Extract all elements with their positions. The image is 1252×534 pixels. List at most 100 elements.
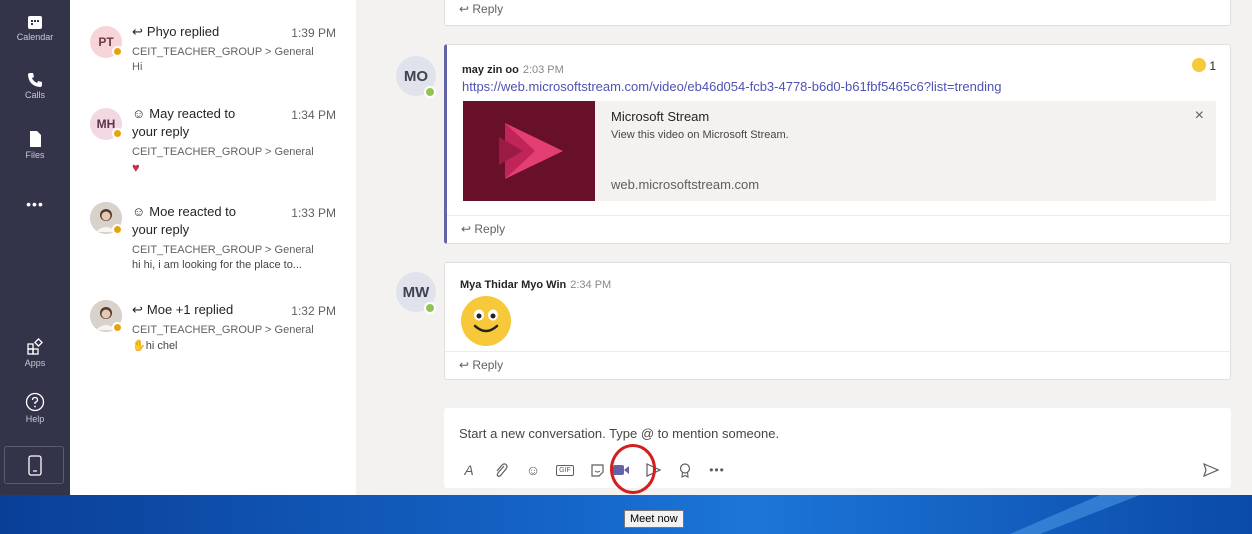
file-icon [30,131,41,147]
reply-arrow-icon: ↩ [459,2,473,16]
reply-arrow-icon: ↩ [132,24,143,39]
status-away-icon [112,128,123,139]
activity-title: ↩ Phyo replied [132,24,219,40]
message-author: may zin oo [462,64,519,76]
activity-title-line2: your reply [132,124,190,139]
help-icon [25,392,45,412]
activity-title: ☺ May reacted to [132,106,235,121]
activity-preview: ✋hi chel [132,339,178,352]
smile-emoji-icon [461,296,511,346]
reply-button[interactable]: ↩ Reply [445,351,1232,379]
activity-title-text: May reacted to [149,106,236,121]
message-time: 2:03 PM [522,64,564,76]
activity-title: ↩ Moe +1 replied [132,302,233,318]
activity-item[interactable]: MH ☺ May reacted to your reply 1:34 PM CE… [70,104,356,184]
activity-item[interactable]: ☺ Moe reacted to your reply 1:33 PM CEIT_… [70,202,356,288]
phone-icon [28,73,42,87]
avatar-initials: PT [98,35,114,49]
app-rail: Calendar Calls Files ••• Apps Help [0,0,70,495]
attach-icon[interactable] [491,460,511,480]
gif-label: GIF [556,464,574,476]
reply-button[interactable]: ↩ Reply [445,0,1232,24]
reply-arrow-icon: ↩ [461,222,475,236]
rail-label: Help [25,414,45,424]
activity-time: 1:34 PM [291,108,336,122]
rail-label: Calls [24,90,45,100]
status-away-icon [112,224,123,235]
reaction-smile-icon: ☺ [132,204,146,219]
activity-time: 1:32 PM [291,304,336,318]
laughing-emoji-icon [1191,58,1206,72]
sticker-icon[interactable] [587,460,607,480]
message-header: Mya Thidar Myo Win 2:34 PM [460,275,611,293]
activity-path: CEIT_TEACHER_GROUP > General [132,324,314,336]
message-author: Mya Thidar Myo Win [460,279,567,291]
activity-feed: PT ↩ Phyo replied 1:39 PM CEIT_TEACHER_GR… [70,0,356,495]
activity-item[interactable]: PT ↩ Phyo replied 1:39 PM CEIT_TEACHER_GR… [70,22,356,82]
activity-item[interactable]: ↩ Moe +1 replied 1:32 PM CEIT_TEACHER_GRO… [70,300,356,362]
activity-title-text: Moe +1 replied [146,302,234,317]
channel-thread: ↩ Reply MO may zin oo 2:03 PM 1 https://w… [356,0,1252,495]
avatar-initials: MW [402,283,430,301]
message-card: may zin oo 2:03 PM 1 https://web.microsof… [444,44,1234,244]
activity-title: ☺ Moe reacted to [132,204,236,219]
more-icon: ••• [26,196,44,212]
highlight-circle [610,444,656,494]
compose-input[interactable]: Start a new conversation. Type @ to ment… [459,426,779,441]
rail-item-more[interactable]: ••• [0,196,70,212]
activity-path: CEIT_TEACHER_GROUP > General [132,46,314,58]
rail-label: Calendar [16,32,54,42]
message-link[interactable]: https://web.microsoftstream.com/video/eb… [462,79,1001,94]
praise-icon[interactable] [675,460,695,480]
meet-now-tooltip: Meet now [624,510,684,528]
wave-emoji-icon: ✋ [132,340,146,352]
reaction-smile-icon: ☺ [132,106,146,121]
status-away-icon [112,46,123,57]
activity-path: CEIT_TEACHER_GROUP > General [132,146,314,158]
apps-icon [27,338,43,355]
preview-title: Microsoft Stream [611,109,710,124]
rail-item-calls[interactable]: Calls [0,72,70,100]
mobile-app-button[interactable] [4,446,64,484]
format-icon[interactable]: A [459,460,479,480]
preview-description: View this video on Microsoft Stream. [611,129,789,141]
activity-preview: Hi [132,61,143,73]
message-header: may zin oo 2:03 PM [462,60,564,78]
reply-arrow-icon: ↩ [459,358,473,372]
preview-domain: web.microsoftstream.com [611,177,760,192]
close-icon[interactable]: × [1195,107,1204,125]
activity-preview: hi hi, i am looking for the place to... [132,259,302,271]
rail-item-help[interactable]: Help [0,392,70,424]
status-away-icon [112,322,123,333]
reply-arrow-icon: ↩ [132,302,143,317]
calendar-icon [28,16,42,29]
message-card: Mya Thidar Myo Win 2:34 PM ↩ Reply [444,262,1232,380]
avatar-initials: MO [403,67,429,85]
rail-label: Files [25,150,45,160]
rail-item-calendar[interactable]: Calendar [0,14,70,42]
reply-label: Reply [472,358,504,372]
send-icon[interactable] [1201,460,1221,480]
status-available-icon [424,302,436,314]
activity-preview-text: hi chel [145,340,178,352]
emoji-icon[interactable]: ☺ [523,460,543,480]
message-time: 2:34 PM [570,279,612,291]
heart-icon: ♥ [132,160,140,175]
reply-button[interactable]: ↩ Reply [447,215,1234,243]
mobile-icon [28,455,42,476]
activity-title-line2: your reply [132,222,190,237]
activity-time: 1:39 PM [291,26,336,40]
rail-item-files[interactable]: Files [0,130,70,160]
activity-path: CEIT_TEACHER_GROUP > General [132,244,314,256]
stream-logo-icon [499,123,563,179]
compose-box: Start a new conversation. Type @ to ment… [444,408,1231,488]
stream-thumbnail [463,101,595,201]
activity-time: 1:33 PM [291,206,336,220]
link-preview-card[interactable]: Microsoft Stream View this video on Micr… [463,101,1216,201]
gif-icon[interactable]: GIF [555,460,575,480]
reply-label: Reply [474,222,506,236]
more-options-icon[interactable]: ••• [707,460,727,480]
activity-title-text: Moe reacted to [149,204,236,219]
reaction-badge[interactable]: 1 [1191,58,1216,73]
rail-item-apps[interactable]: Apps [0,338,70,368]
